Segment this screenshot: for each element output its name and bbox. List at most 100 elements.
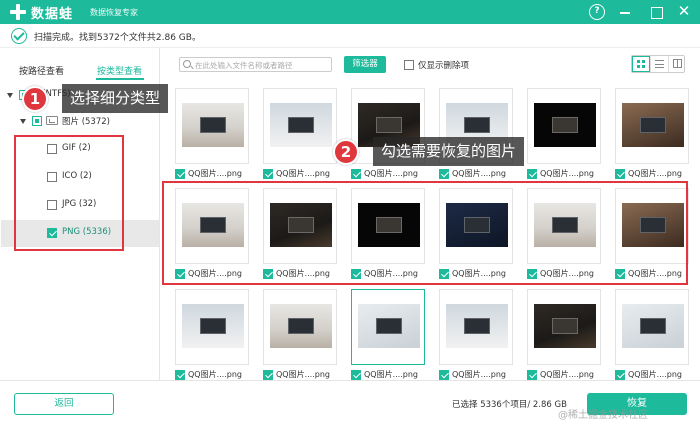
file-checkbox[interactable] <box>263 370 273 380</box>
thumbnail-subject <box>200 117 226 133</box>
file-type-label: ICO (2) <box>62 171 92 181</box>
help-icon: ? <box>594 6 600 16</box>
thumbnail-subject <box>376 318 402 334</box>
callout-step-2-number: 2 <box>333 139 359 165</box>
selected-summary-text: 已选择 5336个项目/ 2.86 GB <box>452 400 567 410</box>
tab-view-by-path[interactable]: 按路径查看 <box>19 64 64 77</box>
list-view-button[interactable] <box>650 56 668 72</box>
callout-step-1-text: 选择细分类型 <box>62 84 169 113</box>
image-thumbnail[interactable] <box>439 289 513 365</box>
content-toolbar: 筛选器 仅显示删除项 <box>161 48 700 78</box>
file-checkbox[interactable] <box>351 370 361 380</box>
thumbnail-image <box>622 103 684 147</box>
detail-view-button[interactable] <box>668 56 686 72</box>
thumbnail-image <box>534 304 596 348</box>
file-checkbox[interactable] <box>527 370 537 380</box>
back-button[interactable]: 返回 <box>14 393 114 415</box>
app-logo-icon <box>10 4 26 20</box>
file-type-label: JPG (32) <box>62 199 97 209</box>
file-checkbox[interactable] <box>175 269 185 279</box>
file-checkbox[interactable] <box>351 169 361 179</box>
filter-button[interactable]: 筛选器 <box>344 56 386 73</box>
image-thumbnail[interactable] <box>263 289 337 365</box>
jpg-checkbox[interactable] <box>47 200 57 210</box>
minimize-button[interactable] <box>617 4 633 20</box>
show-deleted-checkbox[interactable] <box>404 60 414 70</box>
image-thumbnail[interactable] <box>527 188 601 264</box>
thumbnail-subject <box>288 318 314 334</box>
thumbnail-subject <box>640 318 666 334</box>
image-thumbnail[interactable] <box>615 289 689 365</box>
images-folder-checkbox[interactable] <box>32 116 42 126</box>
file-checkbox[interactable] <box>527 269 537 279</box>
expand-images-icon[interactable] <box>20 119 26 124</box>
file-checkbox[interactable] <box>615 269 625 279</box>
app-subtitle: 数据恢复专家 <box>90 8 138 17</box>
close-button[interactable]: ✕ <box>676 4 692 20</box>
thumbnail-subject <box>376 217 402 233</box>
grid-view-button[interactable] <box>632 56 650 72</box>
image-thumbnail[interactable] <box>615 88 689 164</box>
file-name-label: QQ图片....png <box>540 169 594 178</box>
search-input[interactable] <box>195 59 329 71</box>
file-name-label: QQ图片....png <box>276 169 330 178</box>
active-tab-indicator <box>96 78 144 80</box>
png-checkbox[interactable] <box>47 228 57 238</box>
thumbnail-image <box>270 103 332 147</box>
file-name-label: QQ图片....png <box>188 370 242 379</box>
image-thumbnail[interactable] <box>175 188 249 264</box>
thumbnail-image <box>622 203 684 247</box>
file-name-label: QQ图片....png <box>628 269 682 278</box>
thumbnail-subject <box>200 318 226 334</box>
file-checkbox[interactable] <box>439 169 449 179</box>
image-thumbnail[interactable] <box>263 88 337 164</box>
tab-view-by-type[interactable]: 按类型查看 <box>97 64 142 77</box>
ico-checkbox[interactable] <box>47 172 57 182</box>
image-thumbnail[interactable] <box>175 289 249 365</box>
file-checkbox[interactable] <box>615 370 625 380</box>
file-name-label: QQ图片....png <box>364 370 418 379</box>
file-checkbox[interactable] <box>527 169 537 179</box>
maximize-button[interactable] <box>648 4 664 20</box>
image-thumbnail[interactable] <box>527 289 601 365</box>
image-thumbnail[interactable] <box>615 188 689 264</box>
thumbnail-subject <box>464 318 490 334</box>
expand-drive-icon[interactable] <box>7 93 13 98</box>
image-thumbnail[interactable] <box>527 88 601 164</box>
image-thumbnail[interactable] <box>263 188 337 264</box>
scan-complete-check-icon <box>11 28 27 44</box>
file-name-label: QQ图片....png <box>276 370 330 379</box>
thumbnail-image <box>270 304 332 348</box>
file-name-label: QQ图片....png <box>188 169 242 178</box>
view-mode-switcher <box>631 55 685 73</box>
search-box[interactable] <box>179 57 332 72</box>
file-checkbox[interactable] <box>615 169 625 179</box>
file-name-label: QQ图片....png <box>188 269 242 278</box>
image-thumbnail[interactable] <box>439 188 513 264</box>
file-checkbox[interactable] <box>263 269 273 279</box>
thumbnail-image <box>270 203 332 247</box>
thumbnail-image <box>446 304 508 348</box>
file-name-label: QQ图片....png <box>364 269 418 278</box>
help-button[interactable]: ? <box>589 4 605 20</box>
file-checkbox[interactable] <box>175 169 185 179</box>
file-checkbox[interactable] <box>439 269 449 279</box>
image-thumbnail[interactable] <box>175 88 249 164</box>
app-name: 数据蛙 <box>31 7 74 22</box>
thumbnail-image <box>534 103 596 147</box>
image-thumbnail[interactable] <box>351 289 425 365</box>
file-checkbox[interactable] <box>439 370 449 380</box>
file-name-label: QQ图片....png <box>540 269 594 278</box>
file-checkbox[interactable] <box>351 269 361 279</box>
thumbnail-subject <box>288 117 314 133</box>
thumbnail-image <box>622 304 684 348</box>
thumbnail-subject <box>552 217 578 233</box>
file-checkbox[interactable] <box>263 169 273 179</box>
image-thumbnail[interactable] <box>351 188 425 264</box>
file-checkbox[interactable] <box>175 370 185 380</box>
images-folder-label: 图片 (5372) <box>62 117 110 127</box>
file-name-label: QQ图片....png <box>276 269 330 278</box>
scan-status-bar: 扫描完成。找到5372个文件共2.86 GB。 <box>0 24 700 48</box>
gif-checkbox[interactable] <box>47 144 57 154</box>
thumbnail-grid: QQ图片....png QQ图片....png QQ图片....png QQ图片...… <box>161 78 700 380</box>
